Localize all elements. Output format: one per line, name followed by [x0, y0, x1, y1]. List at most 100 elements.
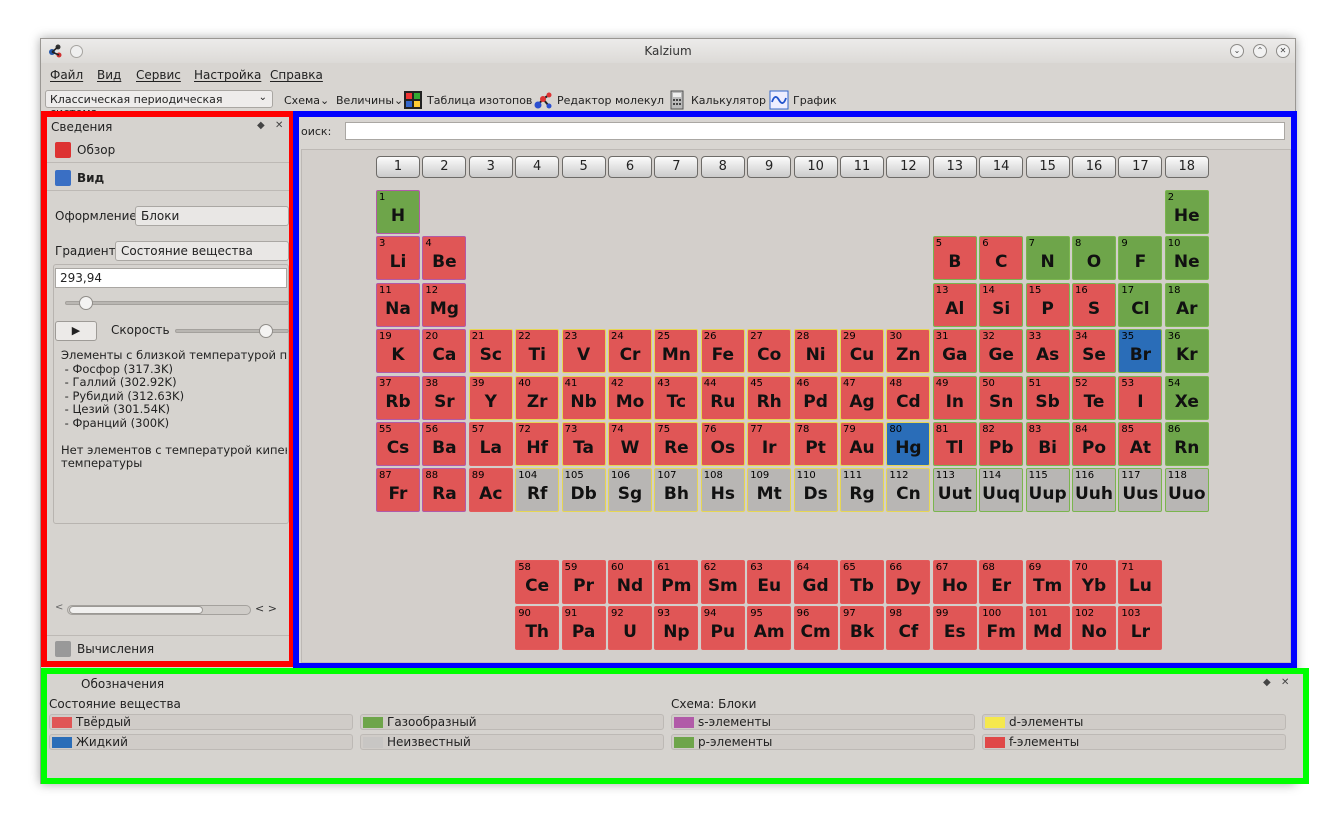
- element-Po[interactable]: 84 Po: [1072, 422, 1116, 466]
- element-W[interactable]: 74 W: [608, 422, 652, 466]
- element-Er[interactable]: 68 Er: [979, 560, 1024, 604]
- element-Db[interactable]: 105 Db: [561, 468, 606, 513]
- maximize-button[interactable]: ⌃: [1253, 44, 1267, 58]
- element-Mo[interactable]: 42 Mo: [608, 375, 652, 420]
- table-mode-combo[interactable]: Классическая периодическая система ⌄: [45, 90, 273, 119]
- element-Es[interactable]: 99 Es: [932, 606, 977, 651]
- element-No[interactable]: 102 No: [1072, 606, 1116, 651]
- element-O[interactable]: 8O: [1072, 236, 1116, 281]
- element-Cl[interactable]: 17 Cl: [1118, 282, 1163, 327]
- element-In[interactable]: 49 In: [932, 375, 977, 420]
- element-Cs[interactable]: 55 Cs: [376, 422, 420, 466]
- group-header-1[interactable]: 1: [376, 156, 420, 178]
- close-legend-icon[interactable]: ✕: [1281, 677, 1289, 688]
- group-header-3[interactable]: 3: [468, 156, 513, 178]
- element-Cu[interactable]: 29 Cu: [840, 329, 884, 374]
- menu-file[interactable]: Файл: [50, 68, 83, 82]
- element-Yb[interactable]: 70 Yb: [1072, 560, 1116, 604]
- element-V[interactable]: 23 V: [561, 329, 606, 374]
- group-header-16[interactable]: 16: [1072, 156, 1116, 178]
- isotope-table-button[interactable]: Таблица изотопов: [403, 89, 532, 111]
- element-Se[interactable]: 34 Se: [1072, 329, 1116, 374]
- element-Pu[interactable]: 94 Pu: [700, 606, 745, 651]
- element-Md[interactable]: 101 Md: [1025, 606, 1070, 651]
- element-At[interactable]: 85 At: [1118, 422, 1163, 466]
- temperature-slider[interactable]: [65, 301, 289, 305]
- element-Gd[interactable]: 64 Gd: [793, 560, 838, 604]
- element-Na[interactable]: 11 Na: [376, 282, 420, 327]
- quantities-dropdown[interactable]: Величины⌄: [336, 94, 403, 107]
- group-header-15[interactable]: 15: [1025, 156, 1070, 178]
- element-Lu[interactable]: 71 Lu: [1118, 560, 1163, 604]
- temperature-input[interactable]: 293,94: [55, 268, 287, 288]
- element-Rh[interactable]: 45 Rh: [747, 375, 792, 420]
- element-N[interactable]: 7N: [1025, 236, 1070, 281]
- element-Hg[interactable]: 80 Hg: [886, 422, 931, 466]
- element-Li[interactable]: 3 Li: [376, 236, 420, 281]
- element-Ir[interactable]: 77 Ir: [747, 422, 792, 466]
- group-header-10[interactable]: 10: [793, 156, 838, 178]
- group-header-5[interactable]: 5: [561, 156, 606, 178]
- calculator-button[interactable]: Калькулятор: [667, 89, 766, 111]
- element-Re[interactable]: 75 Re: [654, 422, 699, 466]
- group-header-4[interactable]: 4: [515, 156, 560, 178]
- element-Fm[interactable]: 100 Fm: [979, 606, 1024, 651]
- element-Bh[interactable]: 107 Bh: [654, 468, 699, 513]
- element-Uuq[interactable]: 114 Uuq: [979, 468, 1024, 513]
- element-He[interactable]: 2 He: [1164, 190, 1209, 234]
- element-Os[interactable]: 76 Os: [700, 422, 745, 466]
- element-Tl[interactable]: 81 Tl: [932, 422, 977, 466]
- element-Sm[interactable]: 62 Sm: [700, 560, 745, 604]
- element-B[interactable]: 5B: [932, 236, 977, 281]
- element-Te[interactable]: 52 Te: [1072, 375, 1116, 420]
- element-Pd[interactable]: 46 Pd: [793, 375, 838, 420]
- element-Sr[interactable]: 38 Sr: [422, 375, 467, 420]
- element-Rb[interactable]: 37 Rb: [376, 375, 420, 420]
- group-header-18[interactable]: 18: [1164, 156, 1209, 178]
- element-Fe[interactable]: 26 Fe: [700, 329, 745, 374]
- element-I[interactable]: 53 I: [1118, 375, 1163, 420]
- element-Ho[interactable]: 67 Ho: [932, 560, 977, 604]
- element-Y[interactable]: 39 Y: [468, 375, 513, 420]
- element-Cr[interactable]: 24 Cr: [608, 329, 652, 374]
- element-Sn[interactable]: 50 Sn: [979, 375, 1024, 420]
- element-Uus[interactable]: 117 Uus: [1118, 468, 1163, 513]
- element-P[interactable]: 15 P: [1025, 282, 1070, 327]
- element-Nd[interactable]: 60 Nd: [608, 560, 652, 604]
- element-Be[interactable]: 4 Be: [422, 236, 467, 281]
- group-header-13[interactable]: 13: [932, 156, 977, 178]
- element-Bk[interactable]: 97 Bk: [840, 606, 884, 651]
- element-Ra[interactable]: 88 Ra: [422, 468, 467, 513]
- element-F[interactable]: 9F: [1118, 236, 1163, 281]
- scheme-dropdown[interactable]: Схема⌄: [284, 94, 329, 107]
- group-header-11[interactable]: 11: [840, 156, 884, 178]
- element-K[interactable]: 19 K: [376, 329, 420, 374]
- group-header-6[interactable]: 6: [608, 156, 652, 178]
- scroll-thumb[interactable]: [69, 606, 203, 614]
- element-Ni[interactable]: 28 Ni: [793, 329, 838, 374]
- tab-view[interactable]: Вид: [47, 165, 289, 191]
- element-Co[interactable]: 27 Co: [747, 329, 792, 374]
- element-Cd[interactable]: 48 Cd: [886, 375, 931, 420]
- element-Rn[interactable]: 86 Rn: [1164, 422, 1209, 466]
- element-Hs[interactable]: 108 Hs: [700, 468, 745, 513]
- tab-overview[interactable]: Обзор: [47, 137, 289, 163]
- element-Tb[interactable]: 65 Tb: [840, 560, 884, 604]
- molecule-editor-button[interactable]: Редактор молекул: [533, 89, 664, 111]
- element-Pb[interactable]: 82 Pb: [979, 422, 1024, 466]
- float-dock-icon[interactable]: ◆: [257, 120, 265, 131]
- element-Sg[interactable]: 106 Sg: [608, 468, 652, 513]
- element-Am[interactable]: 95 Am: [747, 606, 792, 651]
- group-header-17[interactable]: 17: [1118, 156, 1163, 178]
- element-Sb[interactable]: 51 Sb: [1025, 375, 1070, 420]
- element-Lr[interactable]: 103 Lr: [1118, 606, 1163, 651]
- element-Th[interactable]: 90 Th: [515, 606, 560, 651]
- element-Np[interactable]: 93 Np: [654, 606, 699, 651]
- tab-calculations[interactable]: Вычисления: [47, 635, 289, 661]
- speed-slider-handle[interactable]: [259, 324, 273, 338]
- element-Ru[interactable]: 44 Ru: [700, 375, 745, 420]
- element-Pa[interactable]: 91 Pa: [561, 606, 606, 651]
- element-Eu[interactable]: 63 Eu: [747, 560, 792, 604]
- element-Zr[interactable]: 40 Zr: [515, 375, 560, 420]
- element-Br[interactable]: 35 Br: [1118, 329, 1163, 374]
